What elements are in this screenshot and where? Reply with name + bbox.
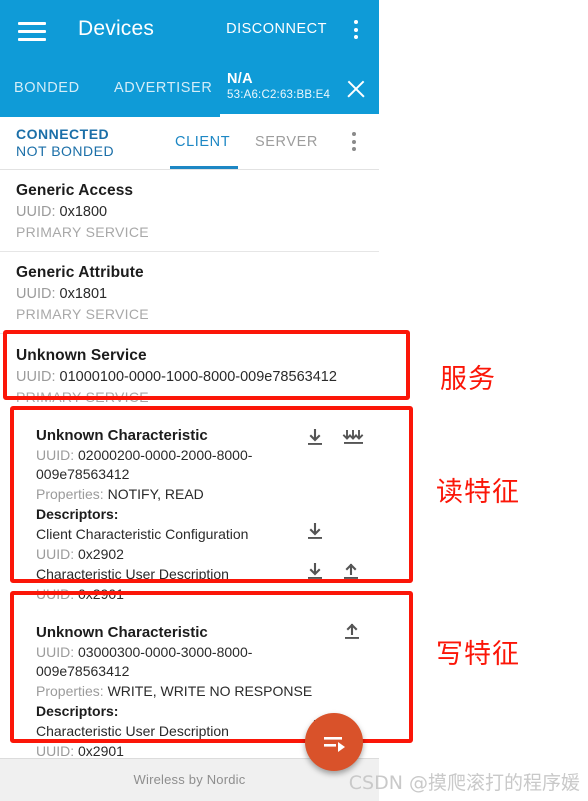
hamburger-menu-icon[interactable] — [18, 22, 46, 41]
disconnect-button[interactable]: DISCONNECT — [226, 21, 327, 37]
read-download-icon[interactable] — [305, 428, 325, 448]
characteristic-properties: Properties: NOTIFY, READ — [36, 484, 363, 504]
uuid-value: 0x2901 — [78, 586, 124, 602]
service-name: Unknown Service — [16, 347, 147, 364]
write-upload-icon[interactable] — [342, 622, 362, 642]
footer-text: Wireless by Nordic — [133, 772, 246, 787]
active-subtab-indicator — [170, 166, 238, 169]
notify-multi-arrow-icon[interactable] — [342, 428, 368, 448]
top-toolbar: Devices DISCONNECT — [0, 0, 379, 62]
device-mac-address: 53:A6:C2:63:BB:E4 — [227, 89, 331, 101]
uuid-label: UUID: — [16, 369, 56, 385]
uuid-label: UUID: — [36, 447, 75, 463]
service-name: Generic Access — [16, 182, 134, 199]
uuid-value: 0x2901 — [78, 743, 124, 759]
attribute-list: Generic Access UUID: 0x1800 PRIMARY SERV… — [0, 170, 379, 767]
tab-advertiser[interactable]: ADVERTISER — [114, 80, 212, 96]
uuid-label: UUID: — [36, 546, 75, 562]
service-name: Generic Attribute — [16, 264, 144, 281]
descriptor-uuid: UUID: 0x2901 — [36, 584, 363, 604]
service-type: PRIMARY SERVICE — [16, 306, 149, 322]
descriptors-heading: Descriptors: — [36, 506, 119, 522]
uuid-label: UUID: — [16, 204, 56, 220]
service-row[interactable]: Unknown Service UUID: 01000100-0000-1000… — [0, 334, 379, 416]
properties-value: NOTIFY, READ — [107, 486, 204, 502]
client-overflow-menu-icon[interactable] — [343, 132, 365, 155]
connection-status: CONNECTED NOT BONDED — [16, 126, 114, 160]
status-bonding: NOT BONDED — [16, 143, 115, 159]
annotation-label-read-char: 读特征 — [436, 477, 520, 508]
uuid-label: UUID: — [36, 743, 75, 759]
annotation-label-service: 服务 — [440, 364, 496, 395]
properties-label: Properties: — [36, 486, 104, 502]
connection-subtab-bar: CONNECTED NOT BONDED CLIENT SERVER — [0, 117, 379, 170]
send-fab-button[interactable] — [305, 713, 363, 771]
properties-label: Properties: — [36, 683, 104, 699]
service-uuid: UUID: 01000100-0000-1000-8000-009e785634… — [16, 367, 363, 387]
characteristic-uuid: UUID: 02000200-0000-2000-8000-009e785634… — [36, 446, 286, 484]
uuid-value: 01000100-0000-1000-8000-009e78563412 — [59, 369, 337, 385]
service-uuid: UUID: 0x1801 — [16, 284, 363, 304]
characteristic-row[interactable]: Unknown Characteristic UUID: 02000200-00… — [0, 416, 379, 610]
descriptor-uuid: UUID: 0x2902 — [36, 544, 363, 564]
service-type: PRIMARY SERVICE — [16, 389, 149, 405]
tab-device-active[interactable]: N/A 53:A6:C2:63:BB:E4 — [227, 71, 330, 103]
annotation-label-write-char: 写特征 — [436, 639, 520, 670]
service-row[interactable]: Generic Attribute UUID: 0x1801 PRIMARY S… — [0, 252, 379, 334]
descriptor-row[interactable]: Client Characteristic Configuration UUID… — [36, 522, 363, 564]
service-uuid: UUID: 0x1800 — [16, 202, 363, 222]
read-download-icon[interactable] — [305, 562, 325, 582]
tab-bonded[interactable]: BONDED — [14, 80, 80, 96]
descriptor-row[interactable]: Characteristic User Description UUID: 0x… — [36, 562, 363, 604]
service-type: PRIMARY SERVICE — [16, 224, 149, 240]
device-name: N/A — [227, 71, 253, 87]
page-title: Devices — [78, 17, 155, 40]
write-upload-icon[interactable] — [341, 562, 361, 582]
overflow-menu-icon[interactable] — [345, 20, 367, 43]
app-window: Devices DISCONNECT BONDED ADVERTISER N/A… — [0, 0, 379, 801]
characteristic-properties: Properties: WRITE, WRITE NO RESPONSE — [36, 681, 363, 701]
close-icon[interactable] — [345, 78, 367, 100]
characteristic-uuid: UUID: 03000300-0000-3000-8000-009e785634… — [36, 643, 286, 681]
uuid-value: 0x1801 — [59, 286, 108, 302]
status-connected: CONNECTED — [16, 126, 110, 142]
service-row[interactable]: Generic Access UUID: 0x1800 PRIMARY SERV… — [0, 170, 379, 252]
device-tab-strip: BONDED ADVERTISER N/A 53:A6:C2:63:BB:E4 — [0, 62, 379, 117]
uuid-value: 0x2902 — [78, 546, 124, 562]
characteristic-name: Unknown Characteristic — [36, 624, 208, 641]
tab-client[interactable]: CLIENT — [175, 134, 230, 150]
csdn-watermark: CSDN @摸爬滚打的程序媛 — [348, 772, 580, 794]
uuid-label: UUID: — [36, 586, 75, 602]
tab-server[interactable]: SERVER — [255, 134, 318, 150]
send-arrow-icon — [324, 737, 345, 752]
read-download-icon[interactable] — [305, 522, 325, 542]
properties-value: WRITE, WRITE NO RESPONSE — [107, 683, 313, 699]
uuid-label: UUID: — [16, 286, 56, 302]
uuid-value: 0x1800 — [59, 204, 108, 220]
uuid-label: UUID: — [36, 644, 75, 660]
